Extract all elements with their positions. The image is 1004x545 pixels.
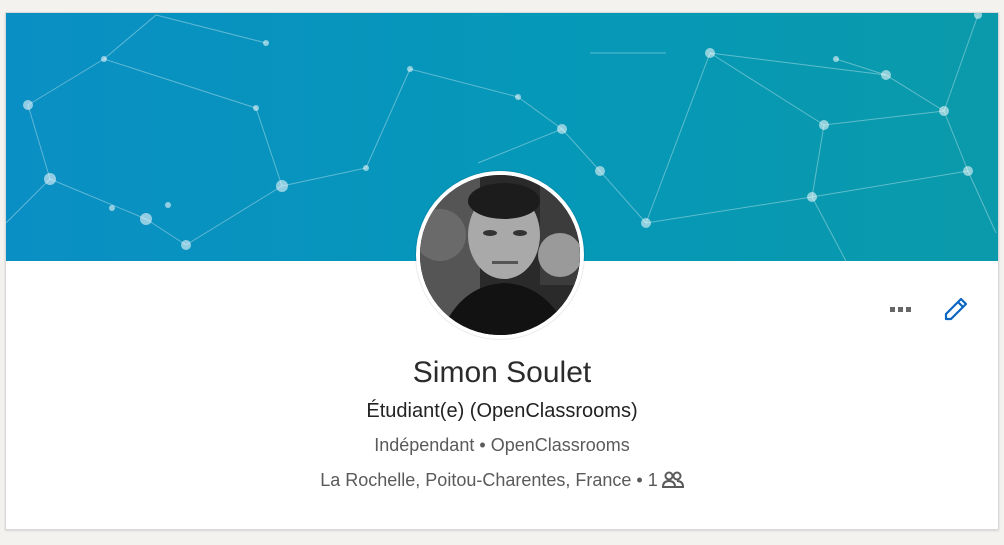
- connections-count: 1: [647, 470, 658, 490]
- profile-avatar[interactable]: [416, 171, 584, 339]
- pencil-icon: [944, 297, 968, 321]
- connections-icon: [661, 471, 684, 488]
- location: La Rochelle, Poitou-Charentes, France: [320, 470, 632, 490]
- avatar-photo: [420, 175, 580, 335]
- profile-card: Simon Soulet Étudiant(e) (OpenClassrooms…: [5, 12, 999, 530]
- profile-location-line: La Rochelle, Poitou-Charentes, France • …: [6, 470, 998, 491]
- profile-headline: Étudiant(e) (OpenClassrooms): [366, 400, 638, 422]
- separator: •: [479, 435, 486, 455]
- more-options-button[interactable]: [886, 299, 914, 319]
- connections-link[interactable]: 1: [648, 470, 684, 490]
- profile-actions: [886, 295, 970, 323]
- edit-profile-button[interactable]: [942, 295, 970, 323]
- separator: •: [636, 470, 643, 490]
- profile-name: Simon Soulet: [412, 356, 592, 389]
- profile-experience: Indépendant • OpenClassrooms: [6, 435, 998, 456]
- school[interactable]: OpenClassrooms: [491, 435, 630, 455]
- ellipsis-icon: [889, 306, 895, 312]
- current-company[interactable]: Indépendant: [374, 435, 474, 455]
